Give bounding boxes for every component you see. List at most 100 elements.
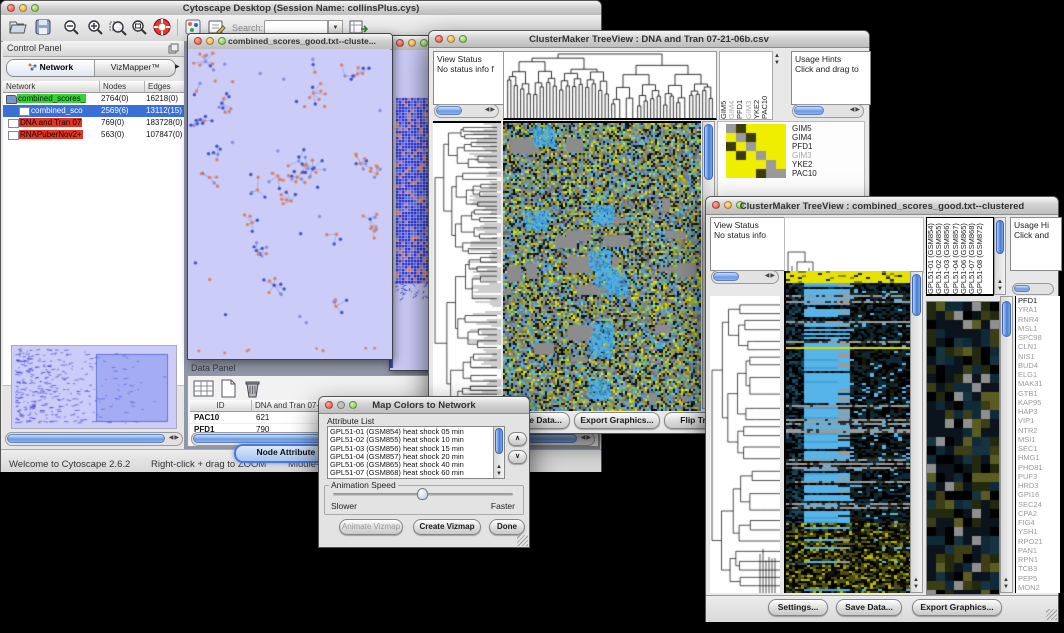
list-item[interactable]: ELG1 bbox=[1018, 370, 1060, 379]
minimize-button[interactable] bbox=[408, 39, 416, 47]
list-item[interactable]: PAC10 bbox=[761, 52, 769, 119]
data-column-id[interactable]: ID bbox=[190, 400, 252, 412]
zoom-in-icon[interactable] bbox=[87, 19, 105, 37]
list-item[interactable]: SEC1 bbox=[1018, 444, 1060, 453]
list-item[interactable]: MON2 bbox=[1018, 583, 1060, 592]
column-header-network[interactable]: Network bbox=[3, 81, 100, 93]
move-up-button[interactable]: ∧ bbox=[508, 432, 527, 446]
tab-vizmapper[interactable]: VizMapper™ bbox=[95, 60, 175, 76]
column-dendrogram[interactable] bbox=[503, 51, 717, 120]
list-item[interactable]: KAP95 bbox=[1018, 398, 1060, 407]
list-item[interactable]: RPN1 bbox=[1018, 555, 1060, 564]
network2-canvas[interactable] bbox=[390, 50, 432, 368]
save-icon[interactable] bbox=[35, 19, 52, 36]
usage-hints-scrollbar[interactable] bbox=[1012, 283, 1054, 295]
treeview2-titlebar[interactable]: ClusterMaker TreeView : combined_scores_… bbox=[706, 197, 1058, 215]
list-item[interactable]: GPI16 bbox=[1018, 490, 1060, 499]
list-item[interactable]: YSH1 bbox=[1018, 527, 1060, 536]
attribute-list-scrollbar[interactable]: ▲▼ bbox=[493, 427, 504, 478]
zoom-button[interactable] bbox=[420, 39, 428, 47]
main-titlebar[interactable]: Cytoscape Desktop (Session Name: collins… bbox=[1, 1, 601, 16]
network-overview[interactable] bbox=[11, 345, 177, 429]
move-down-button[interactable]: ∨ bbox=[508, 450, 527, 464]
list-item[interactable]: PFD1 bbox=[1018, 296, 1060, 305]
heatmap-vscrollbar[interactable]: ▲▼ bbox=[910, 271, 923, 593]
list-item[interactable]: HMG1 bbox=[1018, 453, 1060, 462]
list-item[interactable]: YKE2 bbox=[792, 160, 817, 169]
help-ring-icon[interactable] bbox=[153, 18, 172, 37]
list-item[interactable]: PUF3 bbox=[1018, 472, 1060, 481]
network-table-row[interactable]: combined_sco2569(6)13112(15) bbox=[3, 105, 184, 117]
list-item[interactable]: PEP5 bbox=[1018, 574, 1060, 583]
tab-overflow-button[interactable]: ▶ bbox=[175, 60, 182, 74]
list-item[interactable]: HAP3 bbox=[1018, 407, 1060, 416]
list-item[interactable]: GPL51-08 (GSM872) bbox=[976, 218, 984, 294]
list-item[interactable]: RPO21 bbox=[1018, 537, 1060, 546]
resize-grip[interactable] bbox=[517, 535, 528, 546]
list-item[interactable]: GTB1 bbox=[1018, 389, 1060, 398]
list-item[interactable]: NTR2 bbox=[1018, 426, 1060, 435]
list-item[interactable]: YRA1 bbox=[1018, 305, 1060, 314]
network-table-row[interactable]: RNAPuberNov2+563(0)107847(0) bbox=[3, 129, 184, 141]
zoom-fit-icon[interactable] bbox=[131, 19, 149, 37]
zoom-button[interactable] bbox=[218, 37, 226, 45]
list-item[interactable]: FIG4 bbox=[1018, 518, 1060, 527]
list-item[interactable]: CPA2 bbox=[1018, 509, 1060, 518]
create-vizmap-button[interactable]: Create Vizmap bbox=[413, 519, 481, 535]
export-graphics-button[interactable]: Export Graphics... bbox=[912, 599, 1002, 616]
list-item[interactable]: CLN1 bbox=[1018, 342, 1060, 351]
view-status-scrollbar[interactable]: ◀▶ bbox=[711, 270, 779, 284]
label-scroll-arrows[interactable]: ▲▼ bbox=[774, 53, 780, 67]
settings-button[interactable]: Settings... bbox=[768, 599, 828, 616]
list-item[interactable]: MSI1 bbox=[1018, 435, 1060, 444]
list-item[interactable]: GIM3 bbox=[792, 151, 817, 160]
list-item[interactable]: NIS1 bbox=[1018, 352, 1060, 361]
new-attribute-icon[interactable] bbox=[220, 379, 238, 398]
search-input[interactable] bbox=[264, 20, 328, 34]
list-item[interactable]: PHO81 bbox=[1018, 463, 1060, 472]
zoom-selected-icon[interactable] bbox=[109, 19, 129, 37]
delete-attribute-icon[interactable] bbox=[244, 379, 261, 398]
list-item[interactable]: RNR4 bbox=[1018, 315, 1060, 324]
network-table-row[interactable]: DNA and Tran 07769(0)183728(0) bbox=[3, 117, 184, 129]
close-button[interactable] bbox=[194, 37, 202, 45]
tab-network[interactable]: Network bbox=[7, 60, 95, 76]
list-item[interactable]: MAK31 bbox=[1018, 379, 1060, 388]
heatmap-global[interactable] bbox=[784, 271, 910, 593]
column-dendrogram[interactable] bbox=[784, 217, 924, 273]
network-table-row[interactable]: combined_scores_2764(0)16218(0) bbox=[3, 93, 184, 105]
list-item[interactable]: GIM4 bbox=[792, 133, 817, 142]
close-button[interactable] bbox=[396, 39, 404, 47]
list-item[interactable]: GPL51-07 (GSM868) heat shock 60 min bbox=[330, 469, 493, 477]
export-graphics-button[interactable]: Export Graphics... bbox=[574, 412, 660, 429]
list-item[interactable]: PFD1 bbox=[792, 142, 817, 151]
row-dendrogram[interactable] bbox=[433, 121, 501, 411]
column-label-scrollbar[interactable]: ▲▼ bbox=[994, 217, 1006, 295]
done-button[interactable]: Done bbox=[489, 519, 525, 535]
list-item[interactable]: SPC98 bbox=[1018, 333, 1060, 342]
column-header-edges[interactable]: Edges bbox=[145, 81, 184, 93]
usage-hints-scrollbar[interactable]: ◀▶ bbox=[792, 104, 864, 118]
list-item[interactable]: VIP1 bbox=[1018, 416, 1060, 425]
list-item[interactable]: PAN1 bbox=[1018, 546, 1060, 555]
dialog-titlebar[interactable]: Map Colors to Network bbox=[319, 397, 529, 414]
minimize-button[interactable] bbox=[206, 37, 214, 45]
zoom-out-icon[interactable] bbox=[63, 19, 81, 37]
row-dendrogram[interactable] bbox=[710, 296, 780, 593]
list-item[interactable]: TCB3 bbox=[1018, 564, 1060, 573]
heatmap-global[interactable] bbox=[503, 121, 701, 411]
list-item[interactable]: PAC10 bbox=[792, 169, 817, 178]
float-panel-icon[interactable] bbox=[168, 43, 179, 54]
list-item[interactable]: HRD3 bbox=[1018, 481, 1060, 490]
list-item[interactable]: MSL1 bbox=[1018, 324, 1060, 333]
gene-list-scrollbar[interactable]: ▲▼ bbox=[1000, 296, 1013, 593]
view-status-scrollbar[interactable]: ◀▶ bbox=[434, 104, 499, 118]
network-titlebar[interactable]: combined_scores_good.txt--cluste... bbox=[188, 34, 392, 50]
column-header-nodes[interactable]: Nodes bbox=[100, 81, 145, 93]
network-canvas[interactable] bbox=[188, 49, 390, 357]
list-item[interactable]: SEC24 bbox=[1018, 500, 1060, 509]
speed-slider-thumb[interactable] bbox=[417, 488, 428, 500]
attribute-table-icon[interactable] bbox=[193, 379, 215, 398]
save-data-button[interactable]: Save Data... bbox=[836, 599, 902, 616]
resize-grip[interactable] bbox=[1046, 609, 1057, 620]
